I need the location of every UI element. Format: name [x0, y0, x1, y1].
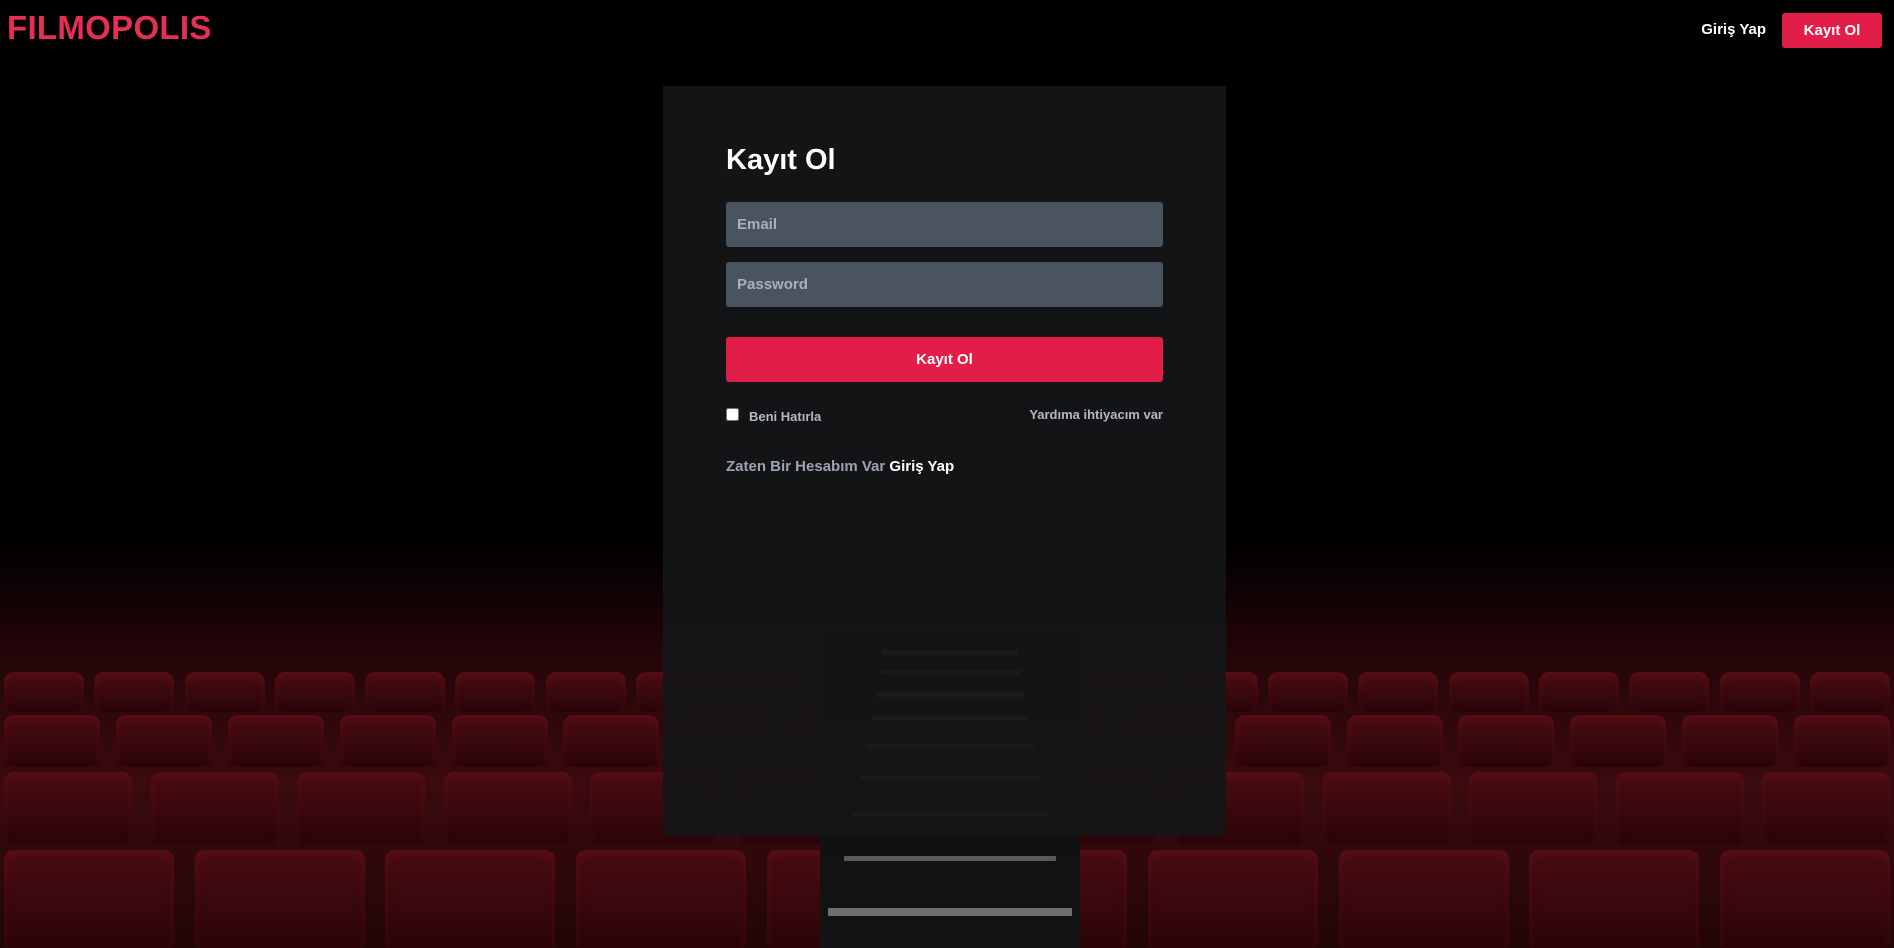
have-account-row: Zaten Bir Hesabım Var Giriş Yap — [726, 458, 954, 475]
login-link[interactable]: Giriş Yap — [889, 458, 954, 475]
remember-me-label[interactable]: Beni Hatırla — [749, 409, 821, 424]
signup-title: Kayıt Ol — [726, 144, 836, 176]
remember-me-checkbox[interactable] — [726, 407, 739, 421]
signup-submit-button[interactable]: Kayıt Ol — [726, 337, 1163, 382]
have-account-text: Zaten Bir Hesabım Var — [726, 458, 886, 475]
email-field[interactable] — [726, 202, 1163, 247]
signup-card: Kayıt Ol Kayıt Ol Beni Hatırla Yardıma i… — [663, 86, 1226, 836]
password-field[interactable] — [726, 262, 1163, 307]
nav-login-link[interactable]: Giriş Yap — [1701, 21, 1766, 38]
top-navbar: FILMOPOLIS Giriş Yap Kayıt Ol — [0, 0, 1894, 62]
nav-signup-button[interactable]: Kayıt Ol — [1782, 13, 1882, 48]
remember-me: Beni Hatırla — [726, 404, 821, 424]
page: FILMOPOLIS Giriş Yap Kayıt Ol Kayıt Ol K… — [0, 0, 1894, 948]
help-link[interactable]: Yardıma ihtiyacım var — [1029, 407, 1163, 422]
brand-logo[interactable]: FILMOPOLIS — [7, 9, 212, 47]
